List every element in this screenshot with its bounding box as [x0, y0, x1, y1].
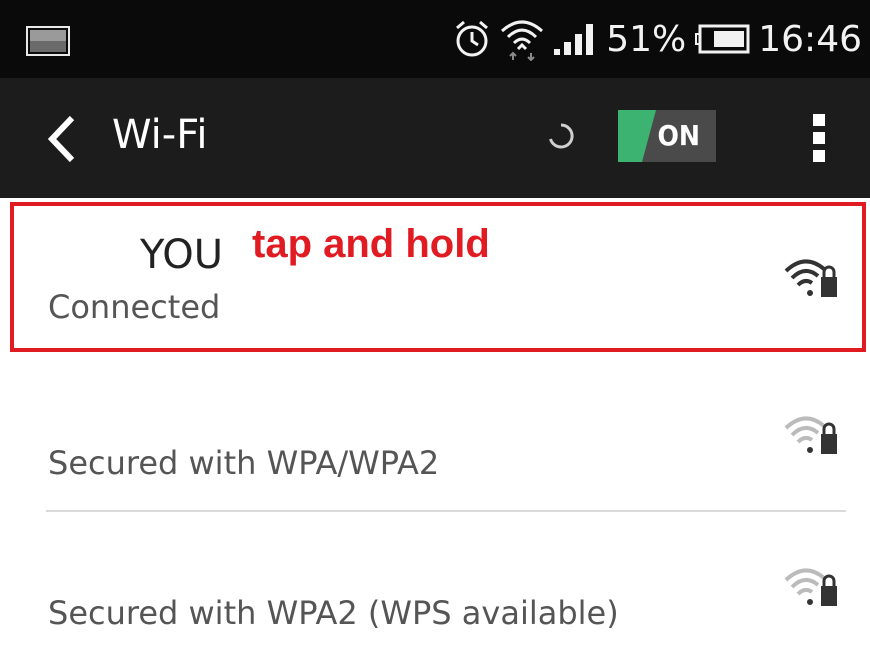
- network-name: YOU: [140, 232, 224, 278]
- wifi-lock-icon: [784, 416, 837, 454]
- instruction-annotation: tap and hold: [252, 222, 490, 266]
- wifi-lock-icon: [784, 568, 837, 606]
- list-divider: [46, 510, 846, 512]
- loading-spinner-icon: [549, 123, 574, 149]
- network-status: Connected: [48, 288, 221, 326]
- wifi-signal-icon: [501, 20, 544, 61]
- network-row[interactable]: [0, 360, 870, 510]
- status-bar: 51% 16:46: [0, 0, 870, 78]
- back-arrow-icon[interactable]: [44, 114, 78, 164]
- action-bar: Wi-Fi: [0, 78, 870, 198]
- battery-percent: 51%: [606, 18, 687, 60]
- status-time: 16:46: [758, 18, 862, 60]
- alarm-icon: [456, 20, 489, 57]
- network-security: Secured with WPA/WPA2: [48, 444, 440, 482]
- cell-signal-icon: [554, 24, 594, 55]
- overflow-menu-icon[interactable]: [812, 112, 826, 164]
- wifi-lock-icon: [784, 259, 837, 297]
- notification-image-icon: [26, 26, 70, 56]
- network-row[interactable]: [0, 514, 870, 660]
- network-security: Secured with WPA2 (WPS available): [48, 594, 619, 632]
- battery-icon: [695, 24, 750, 54]
- toggle-label: ON: [657, 119, 701, 152]
- page-title: Wi-Fi: [112, 112, 208, 158]
- wifi-toggle[interactable]: ON: [618, 110, 716, 162]
